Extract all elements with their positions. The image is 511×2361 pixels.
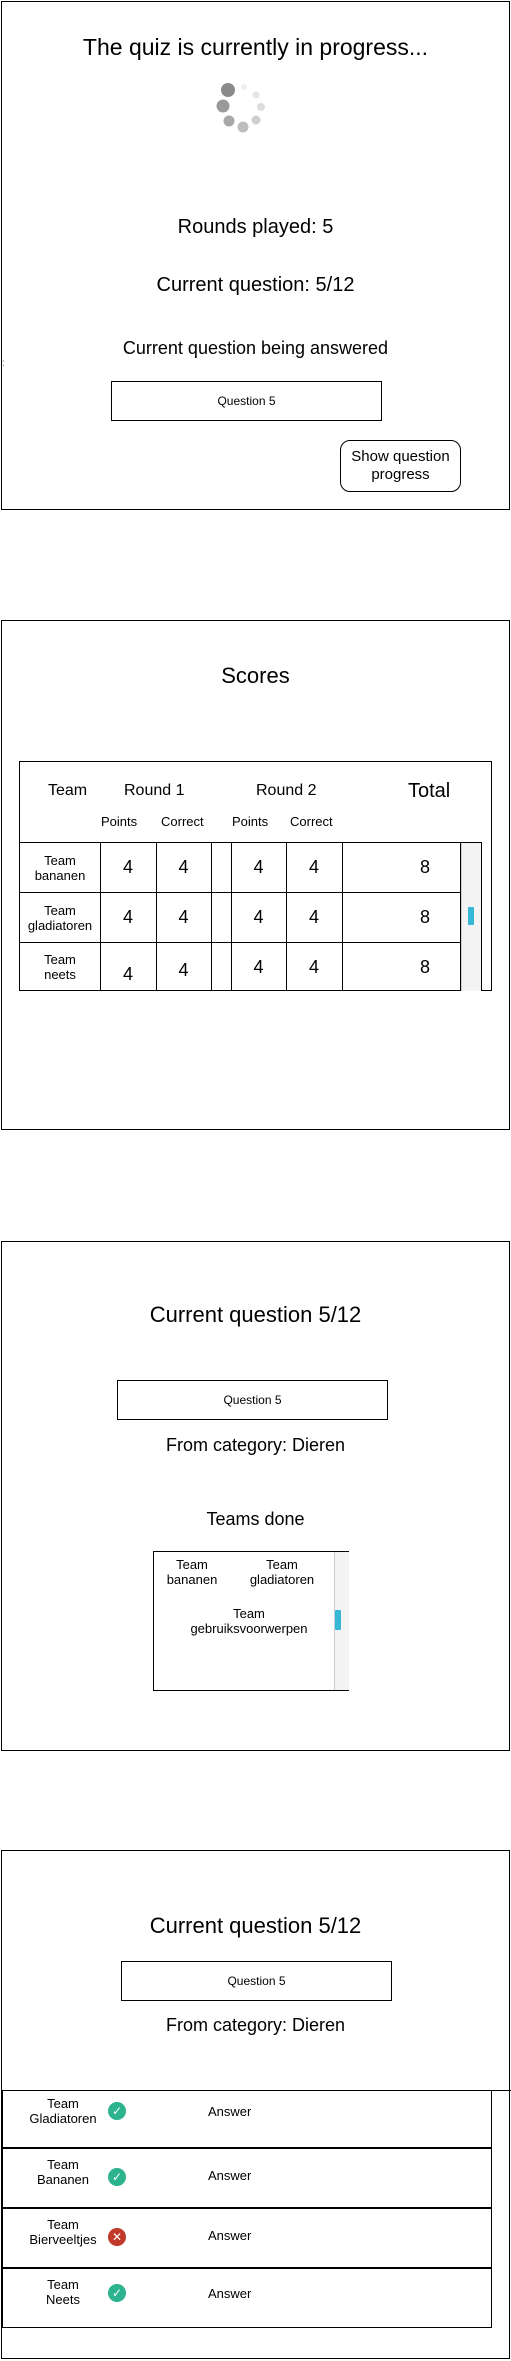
grid-line	[211, 842, 212, 991]
being-answered-label: Current question being answered	[122, 338, 389, 358]
r1-correct-cell: 4	[178, 960, 189, 980]
category-text: From category: Dieren	[165, 1435, 346, 1455]
r1-points-cell: 4	[122, 963, 133, 984]
current-question-title: Current question 5/12	[149, 1302, 362, 1327]
rounds-played-text: Rounds played: 5	[177, 216, 334, 238]
team-name-line2: bananen	[34, 867, 86, 883]
quiz-status-title: The quiz is currently in progress...	[82, 34, 429, 60]
team-name-line2: Neets	[46, 2292, 80, 2307]
teams-done-list: Team bananen Team gladiatoren Team gebru…	[153, 1551, 349, 1691]
current-question-title: Current question 5/12	[149, 1913, 362, 1938]
show-progress-label-line1: Show question	[351, 448, 450, 465]
answer-text: Answer	[208, 2168, 252, 2183]
r2-points-cell: 4	[253, 956, 264, 977]
r2-correct-cell: 4	[308, 907, 319, 927]
table-row: Team bananen	[20, 843, 100, 892]
check-circle-icon: ✓	[108, 2168, 126, 2186]
current-question-text: Current question: 5/12	[156, 274, 355, 296]
table-row: Team gladiatoren	[20, 893, 100, 942]
team-name-line1: Team	[176, 1557, 208, 1572]
scores-scrollbar-thumb[interactable]	[468, 907, 474, 925]
scores-table: Team Round 1 Round 2 Total Points Correc…	[19, 761, 492, 991]
question-box: Question 5	[121, 1961, 392, 2001]
answers-screen: Current question 5/12 Question 5 From ca…	[1, 1850, 511, 2359]
r1-points-cell: 4	[122, 857, 133, 877]
subheader-r1-correct: Correct	[161, 814, 204, 829]
subheader-r1-points: Points	[101, 814, 138, 829]
team-name-line1: Team	[47, 2217, 79, 2232]
close-circle-icon: ✕	[108, 2228, 126, 2246]
current-question-screen: Current question 5/12 Question 5 From ca…	[1, 1241, 510, 1751]
scores-screen: Scores Team Round 1 Round 2 Total Points…	[1, 620, 510, 1130]
team-name-line1: Team	[44, 952, 76, 967]
r2-points-cell: 4	[253, 857, 264, 877]
team-name-line2: Gladiatoren	[29, 2111, 97, 2126]
list-item: Team bananen	[162, 1557, 222, 1587]
show-question-progress-button[interactable]: Show question progress	[340, 440, 461, 492]
list-item: Team gladiatoren	[242, 1557, 322, 1587]
scores-title: Scores	[221, 663, 290, 688]
list-item: Team Neets ✓ Answer	[2, 2268, 492, 2328]
total-cell: 8	[419, 907, 430, 927]
answer-text: Answer	[208, 2286, 252, 2301]
list-item: Team gebruiksvoorwerpen	[174, 1606, 324, 1636]
team-name-line1: Team	[44, 852, 76, 868]
header-round1: Round 1	[124, 782, 185, 799]
table-row: Team neets	[20, 943, 100, 991]
answer-text: Answer	[208, 2228, 252, 2243]
team-name-line2: gebruiksvoorwerpen	[190, 1621, 308, 1636]
subheader-r2-correct: Correct	[290, 814, 333, 829]
team-name-line2: gladiatoren	[27, 917, 93, 933]
teams-done-label: Teams done	[206, 1509, 305, 1529]
r1-correct-cell: 4	[178, 907, 189, 927]
r1-points-cell: 4	[122, 907, 133, 927]
header-round2: Round 2	[256, 782, 317, 799]
team-name-line1: Team	[47, 2157, 79, 2172]
team-name-line1: Team	[233, 1606, 265, 1621]
divider	[491, 2090, 492, 2328]
show-progress-label-line2: progress	[371, 466, 430, 483]
question-box: Question 5	[117, 1380, 388, 1420]
team-name-line1: Team	[47, 2277, 79, 2292]
team-name-line2: gladiatoren	[249, 1572, 315, 1587]
team-name-line1: Team	[44, 902, 76, 918]
check-circle-icon: ✓	[108, 2102, 126, 2120]
answer-team-name: Team Bierveeltjes	[13, 2217, 113, 2247]
team-name-line2: Bierveeltjes	[29, 2232, 97, 2247]
being-answered-colon: :	[2, 358, 5, 369]
current-question-box: Question 5	[111, 381, 382, 421]
team-name-line1: Team	[266, 1557, 298, 1572]
r2-correct-cell: 4	[308, 857, 319, 877]
answer-team-name: Team Gladiatoren	[13, 2096, 113, 2126]
team-name-line1: Team	[47, 2096, 79, 2111]
category-text: From category: Dieren	[165, 2015, 346, 2035]
total-cell: 8	[419, 956, 430, 977]
grid-line	[342, 842, 343, 991]
list-item: Team Bierveeltjes ✕ Answer	[2, 2208, 492, 2268]
header-team: Team	[48, 782, 88, 799]
subheader-r2-points: Points	[232, 814, 269, 829]
team-name-line2: bananen	[166, 1572, 218, 1587]
header-total: Total	[408, 780, 451, 802]
loading-spinner-icon	[216, 83, 265, 133]
answer-team-name: Team Neets	[13, 2277, 113, 2307]
r2-points-cell: 4	[253, 907, 264, 927]
grid-line	[481, 842, 482, 991]
teams-done-scrollbar-thumb[interactable]	[335, 1610, 341, 1630]
check-circle-icon: ✓	[108, 2284, 126, 2302]
total-cell: 8	[419, 857, 430, 877]
list-item: Team Gladiatoren ✓ Answer	[2, 2090, 492, 2148]
r2-correct-cell: 4	[308, 956, 319, 977]
list-item: Team Bananen ✓ Answer	[2, 2148, 492, 2208]
answer-text: Answer	[208, 2104, 252, 2119]
answer-team-name: Team Bananen	[13, 2157, 113, 2187]
team-name-line2: neets	[44, 967, 76, 982]
team-name-line2: Bananen	[36, 2172, 90, 2187]
r1-correct-cell: 4	[178, 857, 189, 877]
quiz-progress-screen: The quiz is currently in progress... Rou…	[1, 1, 510, 510]
